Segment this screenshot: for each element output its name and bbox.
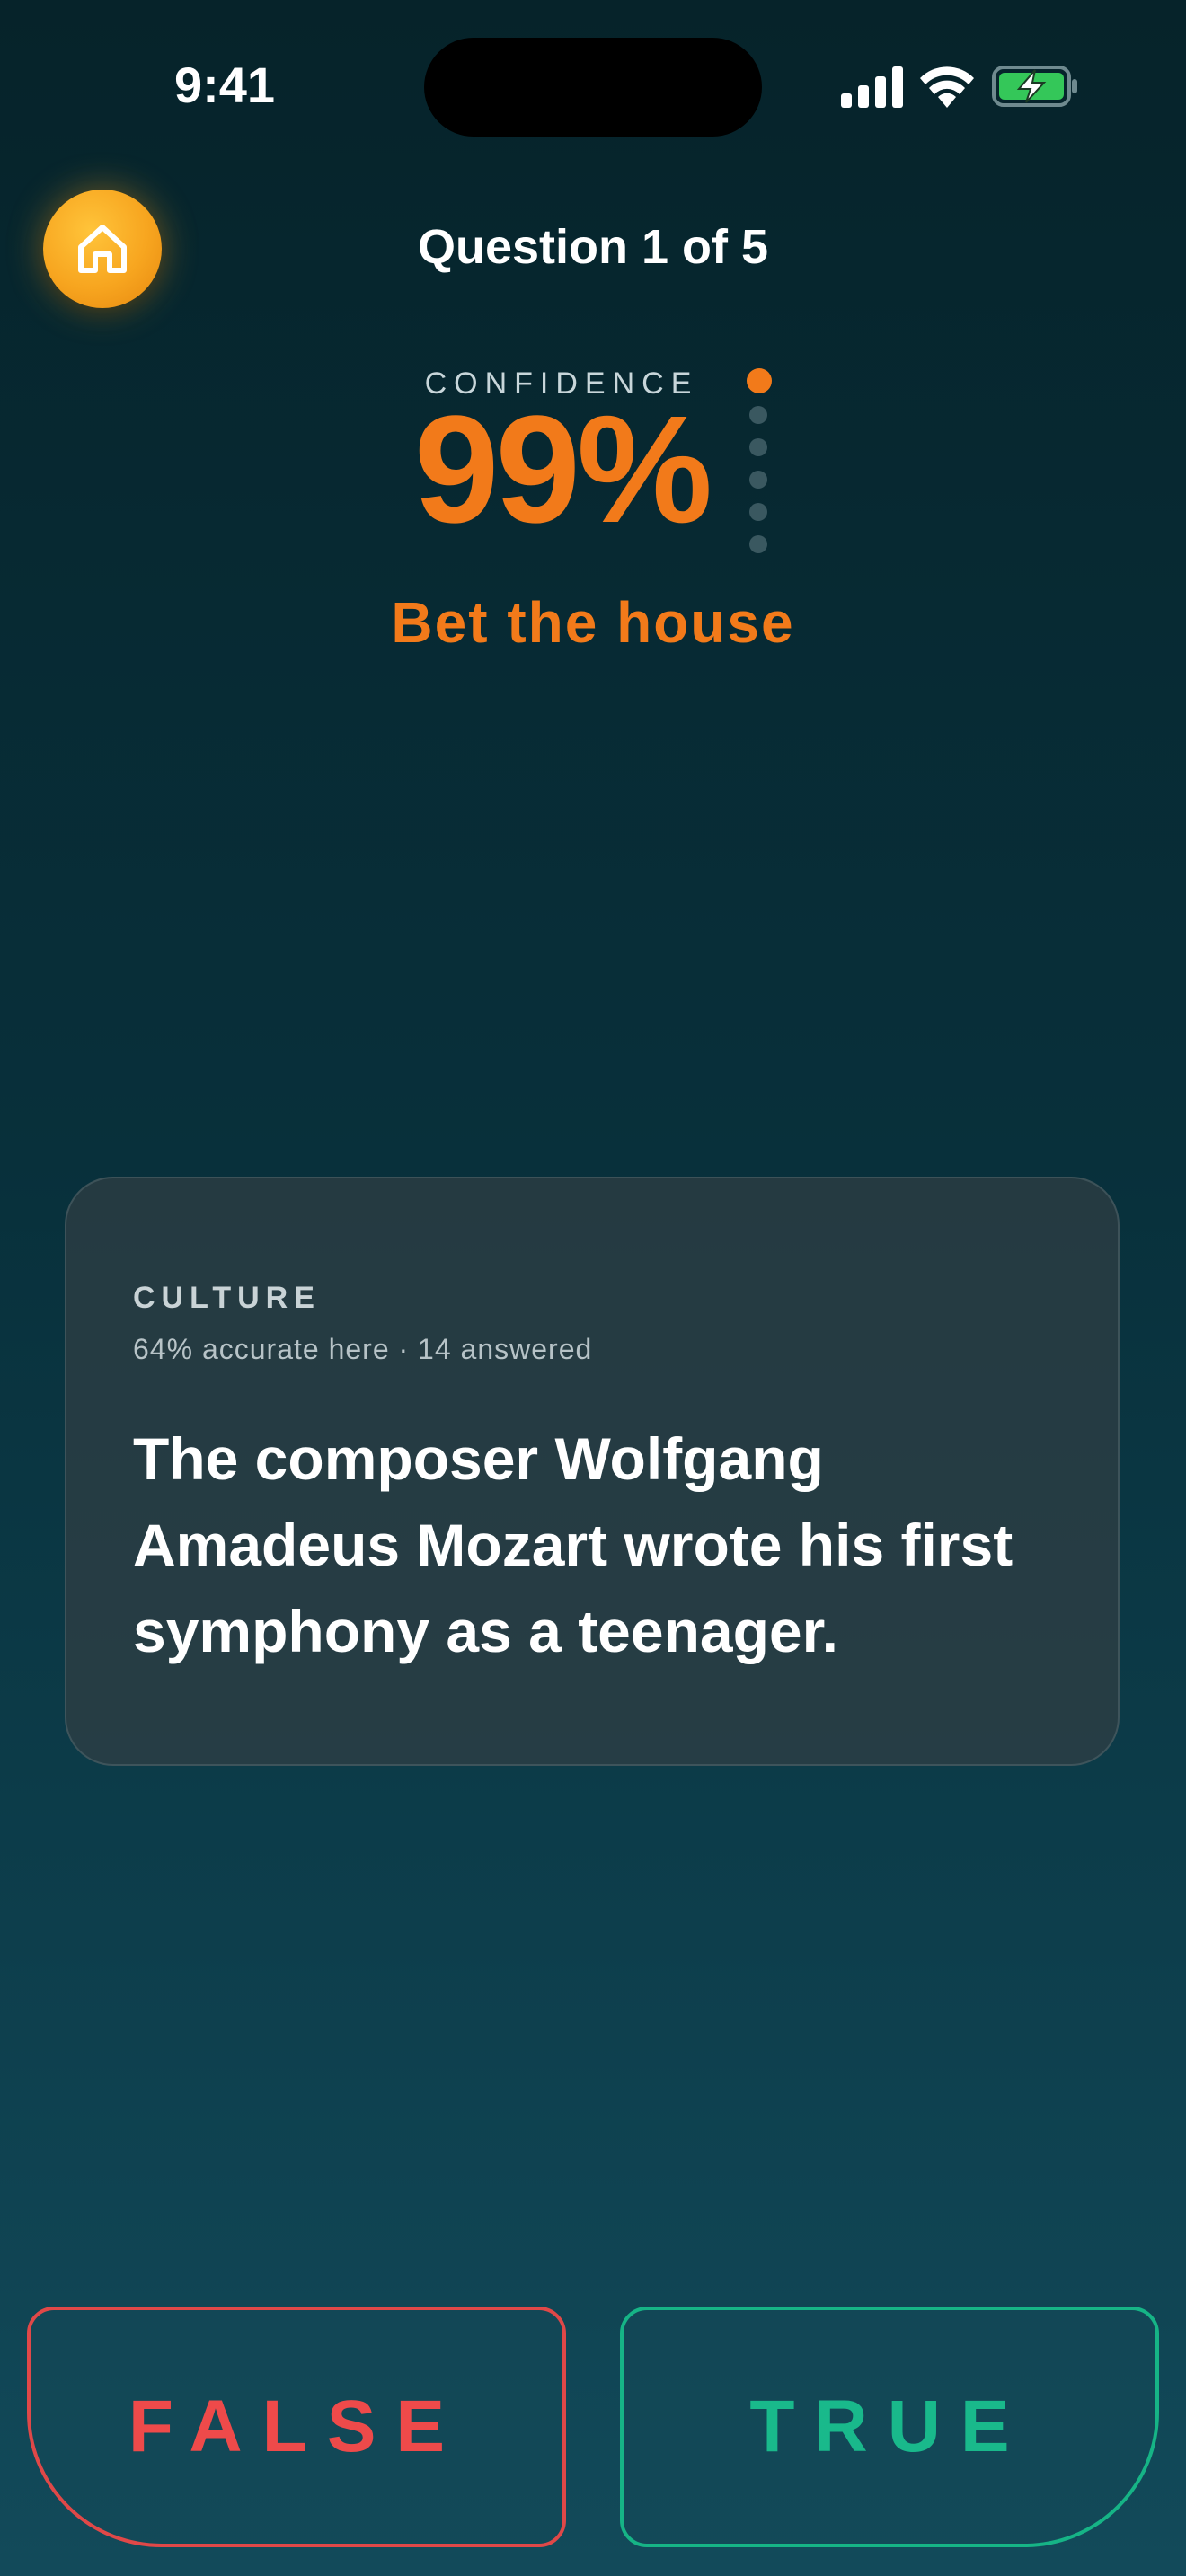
confidence-dot[interactable]	[749, 503, 767, 521]
confidence-dot[interactable]	[749, 535, 767, 553]
wifi-icon	[920, 66, 974, 108]
confidence-dot[interactable]	[749, 438, 767, 456]
home-button[interactable]	[43, 190, 162, 308]
cellular-signal-icon	[841, 66, 903, 108]
confidence-caption: Bet the house	[391, 590, 795, 655]
true-button[interactable]: TRUE	[620, 2307, 1159, 2547]
battery-charging-icon	[992, 66, 1077, 107]
confidence-level-indicator[interactable]	[740, 368, 776, 566]
home-icon	[78, 225, 127, 273]
question-stats: 64% accurate here · 14 answered	[133, 1333, 593, 1365]
confidence-value: 99%	[413, 384, 712, 555]
question-counter: Question 1 of 5	[417, 220, 769, 274]
question-category: CULTURE	[133, 1281, 321, 1315]
status-icons	[836, 61, 1078, 113]
status-time: 9:41	[173, 57, 276, 113]
dynamic-island	[424, 38, 762, 137]
question-text: The composer Wolfgang Amadeus Mozart wro…	[133, 1425, 1013, 1664]
confidence-dot[interactable]	[749, 471, 767, 489]
confidence-dot[interactable]	[749, 406, 767, 424]
false-button[interactable]: FALSE	[27, 2307, 566, 2547]
confidence-dot-active[interactable]	[747, 368, 772, 393]
question-card: CULTURE 64% accurate here · 14 answered …	[65, 1177, 1120, 1766]
